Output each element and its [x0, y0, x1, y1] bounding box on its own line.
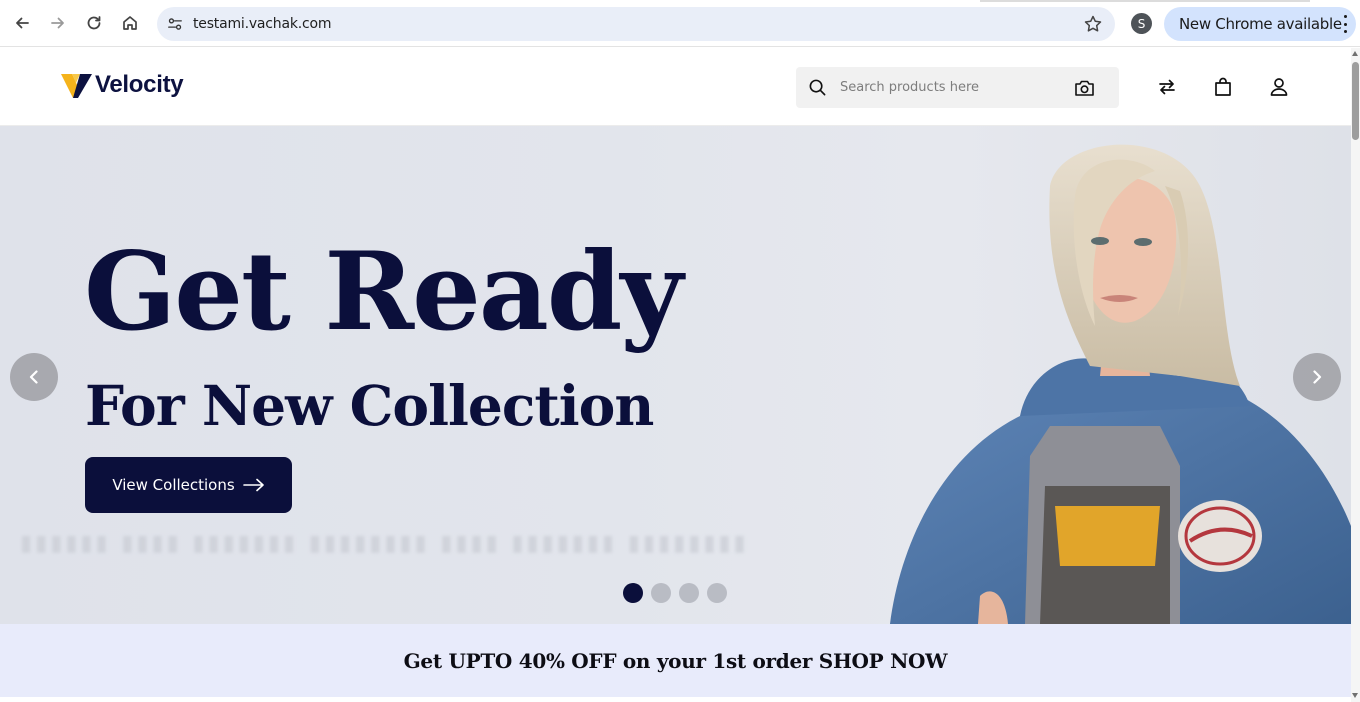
hero-title-line-1: Get Ready — [84, 229, 683, 355]
view-collections-button[interactable]: View Collections — [85, 457, 292, 513]
brand-logo[interactable]: Velocity — [60, 70, 184, 100]
page-scrollbar[interactable] — [1351, 48, 1360, 702]
site-info-button[interactable] — [164, 13, 186, 35]
carousel-next-button[interactable] — [1293, 353, 1341, 401]
kebab-menu-icon[interactable] — [1342, 15, 1348, 33]
search-box — [796, 67, 1119, 108]
carousel-dot-2[interactable] — [651, 583, 671, 603]
search-icon[interactable] — [808, 78, 827, 97]
search-input[interactable] — [840, 75, 1060, 100]
hero-model-image — [890, 144, 1351, 624]
brand-name: Velocity — [95, 71, 184, 98]
bag-icon[interactable] — [1212, 76, 1234, 98]
url-text[interactable]: testami.vachak.com — [193, 16, 332, 32]
reload-icon — [87, 16, 101, 30]
compare-icon[interactable] — [1156, 76, 1178, 98]
carousel-prev-button[interactable] — [10, 353, 58, 401]
home-icon — [123, 16, 137, 30]
logo-mark-icon — [61, 74, 92, 98]
back-icon — [16, 17, 29, 29]
chrome-update-button[interactable]: New Chrome available — [1164, 7, 1356, 41]
hero-background-texture: ▮▮▮▮▮▮ ▮▮▮▮ ▮▮▮▮▮▮▮ ▮▮▮▮▮▮▮▮ ▮▮▮▮ ▮▮▮▮▮▮… — [20, 531, 749, 556]
update-label: New Chrome available — [1179, 15, 1342, 33]
scroll-down-arrow-icon[interactable] — [1352, 693, 1358, 698]
camera-icon[interactable] — [1074, 78, 1095, 98]
user-icon[interactable] — [1268, 76, 1290, 98]
forward-icon — [51, 17, 64, 29]
promo-banner[interactable]: Get UPTO 40% OFF on your 1st order SHOP … — [0, 624, 1351, 697]
site-header: Velocity — [0, 48, 1351, 126]
chevron-left-icon — [29, 370, 38, 384]
forward-button[interactable] — [44, 9, 72, 37]
browser-toolbar: testami.vachak.com S New Chrome availabl… — [0, 0, 1360, 47]
chevron-right-icon — [1313, 370, 1322, 384]
reload-button[interactable] — [80, 9, 108, 37]
carousel-dot-1[interactable] — [623, 583, 643, 603]
profile-avatar[interactable]: S — [1131, 13, 1152, 34]
back-button[interactable] — [8, 9, 36, 37]
tab-strip-edge — [980, 0, 1310, 2]
star-icon[interactable] — [1083, 14, 1103, 34]
hero-banner: ▮▮▮▮▮▮ ▮▮▮▮ ▮▮▮▮▮▮▮ ▮▮▮▮▮▮▮▮ ▮▮▮▮ ▮▮▮▮▮▮… — [0, 126, 1351, 624]
carousel-dots — [623, 583, 727, 603]
scroll-thumb[interactable] — [1352, 62, 1359, 140]
promo-text: Get UPTO 40% OFF on your 1st order SHOP … — [403, 648, 948, 673]
home-button[interactable] — [116, 9, 144, 37]
cta-label: View Collections — [112, 476, 235, 494]
scroll-up-arrow-icon[interactable] — [1352, 51, 1358, 56]
site-info-icon — [168, 18, 182, 30]
address-bar[interactable]: testami.vachak.com — [157, 7, 1115, 41]
carousel-dot-3[interactable] — [679, 583, 699, 603]
hero-title-line-2: For New Collection — [85, 373, 654, 438]
arrow-right-icon — [242, 478, 264, 492]
carousel-dot-4[interactable] — [707, 583, 727, 603]
